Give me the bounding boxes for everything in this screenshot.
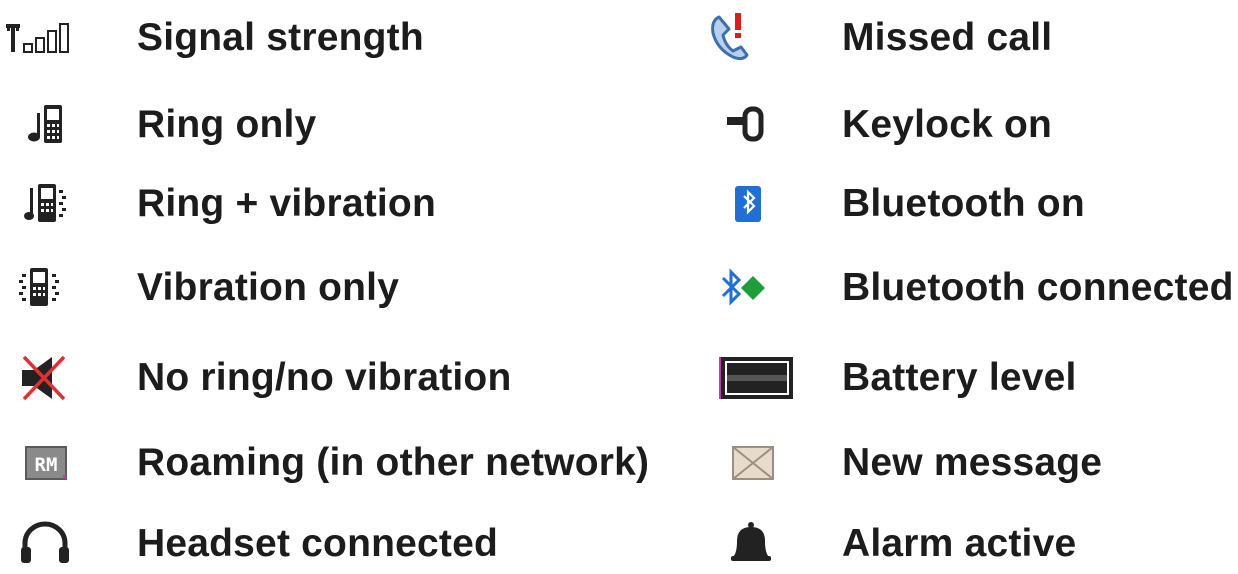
ring-only-icon bbox=[0, 95, 90, 155]
legend-row-keylock: Keylock on bbox=[705, 95, 1238, 155]
legend-label: New message bbox=[842, 441, 1103, 484]
legend-label: Bluetooth connected bbox=[842, 266, 1234, 309]
legend-label: Vibration only bbox=[137, 266, 400, 309]
legend-label: Alarm active bbox=[842, 522, 1077, 565]
ring-vibration-icon bbox=[0, 174, 90, 234]
headset-icon bbox=[0, 514, 90, 574]
legend-row-signal-strength: Signal strength bbox=[0, 8, 600, 68]
legend-row-ring-only: Ring only bbox=[0, 95, 600, 155]
legend-row-bluetooth-connected: Bluetooth connected bbox=[705, 258, 1238, 318]
legend-label: Ring only bbox=[137, 103, 317, 146]
bluetooth-on-icon bbox=[705, 174, 795, 234]
new-message-icon bbox=[705, 433, 795, 493]
roaming-badge-text: RM bbox=[35, 454, 58, 476]
signal-strength-icon bbox=[0, 8, 90, 68]
legend-row-battery: Battery level bbox=[705, 348, 1238, 408]
legend-row-ring-vibration: Ring + vibration bbox=[0, 174, 600, 234]
legend-label: Battery level bbox=[842, 356, 1077, 399]
legend-label: Headset connected bbox=[137, 522, 499, 565]
legend-label: Signal strength bbox=[137, 16, 424, 59]
legend-row-bluetooth-on: Bluetooth on bbox=[705, 174, 1238, 234]
legend-label: Bluetooth on bbox=[842, 182, 1085, 225]
legend-row-vibration-only: Vibration only bbox=[0, 258, 600, 318]
legend-label: Missed call bbox=[842, 16, 1053, 59]
vibration-only-icon bbox=[0, 258, 90, 318]
status-icons-legend: Signal strength Ring only Ring + vibrati… bbox=[0, 0, 1238, 567]
legend-row-alarm: Alarm active bbox=[705, 514, 1238, 574]
legend-row-roaming: RM Roaming (in other network) bbox=[0, 433, 649, 493]
legend-label: Roaming (in other network) bbox=[137, 441, 650, 484]
legend-row-missed-call: Missed call bbox=[705, 8, 1238, 68]
legend-label: Keylock on bbox=[842, 103, 1053, 146]
battery-level-icon bbox=[705, 348, 795, 408]
legend-label: No ring/no vibration bbox=[137, 356, 512, 399]
silent-icon bbox=[0, 348, 90, 408]
legend-label: Ring + vibration bbox=[137, 182, 436, 225]
keylock-icon bbox=[705, 95, 795, 155]
roaming-icon: RM bbox=[0, 433, 90, 493]
legend-row-headset: Headset connected bbox=[0, 514, 600, 574]
alarm-icon bbox=[705, 514, 795, 574]
legend-row-silent: No ring/no vibration bbox=[0, 348, 600, 408]
missed-call-icon bbox=[705, 8, 795, 68]
bluetooth-connected-icon bbox=[705, 258, 795, 318]
legend-row-new-message: New message bbox=[705, 433, 1238, 493]
